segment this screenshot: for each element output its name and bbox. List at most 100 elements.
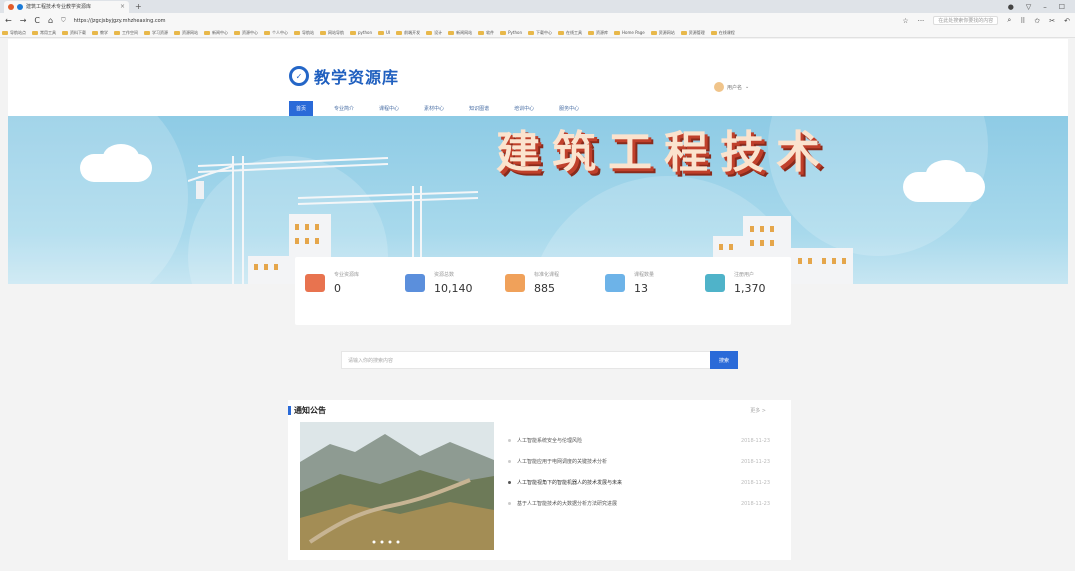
star-icon[interactable]: ☆ (902, 17, 908, 25)
stat-label: 标准化课程 (534, 272, 560, 278)
undo-icon[interactable]: ↶ (1064, 17, 1070, 25)
bookmark-item[interactable]: Python (500, 30, 522, 35)
close-tab-icon[interactable]: × (120, 3, 125, 10)
forward-icon[interactable]: → (20, 16, 27, 25)
window (295, 224, 299, 230)
nav-materials[interactable]: 素材中心 (417, 101, 451, 116)
new-tab-icon[interactable]: + (135, 2, 142, 11)
bookmark-label: 前端开发 (404, 29, 421, 35)
url-field[interactable]: https://jzgcjsbyjgzy.mhzheaxing.com (74, 18, 166, 24)
bookmark-label: 新闻网站 (456, 29, 473, 35)
nav-courses[interactable]: 课程中心 (372, 101, 406, 116)
bookmark-item[interactable]: 新闻中心 (204, 30, 228, 36)
bullet (508, 481, 511, 484)
bookmarks-bar: 导航站点 常用工具 资料下载 教学 工作空间 学习资源 资源网站 新闻中心 资源… (0, 28, 1075, 38)
window (832, 258, 836, 264)
window (305, 238, 309, 244)
stat-item: 专业资源库 0 (295, 268, 390, 298)
notice-title: 通知公告 (294, 406, 326, 415)
window (315, 238, 319, 244)
bookmark-item[interactable]: 在线课程 (710, 30, 735, 36)
bookmark-item[interactable]: 常用工具 (32, 30, 56, 36)
notice-image[interactable] (300, 422, 494, 550)
avatar (714, 82, 724, 92)
video-icon (605, 274, 625, 292)
bookmark-label: 资源网站 (658, 29, 675, 35)
bookmark-item[interactable]: 资源管理 (680, 30, 705, 36)
folder-icon (92, 30, 98, 35)
bookmark-item[interactable]: 资源中心 (234, 30, 258, 36)
search-button[interactable]: 搜索 (710, 351, 738, 369)
profile-icon[interactable]: ● (1008, 3, 1014, 11)
search-icon[interactable]: ⌕ (1007, 16, 1011, 25)
maximize-icon[interactable]: ☐ (1059, 3, 1065, 11)
site-info-icon[interactable]: ⛉ (61, 17, 66, 25)
nav-home[interactable]: 首页 (289, 101, 314, 116)
list-item[interactable]: 人工智能应用于电网调度的关键技术分析 2018-11-23 (508, 451, 778, 472)
window (729, 244, 733, 250)
nav-service[interactable]: 服务中心 (552, 101, 586, 116)
bookmark-label: 导航站 (302, 29, 314, 35)
folder-icon (350, 30, 356, 35)
nav-intro[interactable]: 专业简介 (327, 101, 361, 116)
building (248, 256, 293, 284)
bookmark-item[interactable]: 前端开发 (396, 30, 420, 36)
window (822, 258, 826, 264)
bookmark-item[interactable]: 工作空间 (114, 30, 138, 36)
back-icon[interactable]: ← (5, 16, 12, 25)
users-icon (305, 274, 325, 292)
browser-search-field[interactable]: 在此处搜索你要找的内容 (933, 16, 999, 25)
bookmark-item[interactable]: 设计 (426, 30, 442, 36)
site-header: ✓ 教学资源库 用户名 ⌄ 首页 专业简介 课程中心 素材中心 知识图谱 培训中… (8, 39, 1068, 116)
bookmark-label: 资源库 (595, 29, 608, 35)
search-input[interactable]: 请输入你的搜索内容 (341, 351, 713, 369)
bookmark-item[interactable]: 教学 (92, 30, 108, 36)
nav-knowledge-graph[interactable]: 知识图谱 (462, 101, 496, 116)
notice-section: 通知公告 更多 > 人工智能系统安全与伦理风险 2018-11-23 人工智能应… (288, 400, 791, 560)
home-icon[interactable]: ⌂ (48, 16, 53, 25)
browser-logo-icon (8, 3, 14, 10)
bookmark-label: 在线工具 (565, 29, 582, 35)
bookmark-item[interactable]: 资源网站 (174, 30, 198, 36)
bookmark-item[interactable]: Home Page (613, 30, 645, 35)
bookmark-item[interactable]: 下载中心 (527, 30, 552, 36)
list-item[interactable]: 基于人工智能技术的大数据分析方法研究进展 2018-11-23 (508, 493, 778, 514)
folder-icon (478, 30, 485, 35)
reload-icon[interactable]: C (34, 16, 40, 25)
more-icon[interactable]: ··· (918, 17, 925, 25)
bookmark-item[interactable]: 导航站点 (2, 30, 26, 36)
bookmark-item[interactable]: 资源网站 (650, 29, 675, 36)
bookmark-label: 资源网站 (182, 29, 198, 35)
bookmark-item[interactable]: python (350, 30, 372, 35)
bookmark-item[interactable]: 导航站 (294, 30, 314, 36)
bookmark-item[interactable]: 网站导航 (320, 30, 344, 36)
bookmark-item[interactable]: 个人中心 (264, 30, 288, 36)
bookmark-label: Home Page (621, 30, 645, 35)
minimize-icon[interactable]: – (1043, 3, 1047, 11)
site-logo[interactable]: ✓ 教学资源库 (289, 64, 399, 88)
cut-icon[interactable]: ✂ (1049, 17, 1055, 25)
bookmark-item[interactable]: UI (378, 30, 390, 35)
bullet (508, 439, 511, 442)
window (295, 238, 299, 244)
nav-training[interactable]: 培训中心 (507, 101, 541, 116)
shield-icon[interactable]: ▽ (1026, 3, 1031, 11)
bookmark-item[interactable]: 资源库 (587, 29, 608, 36)
window (750, 226, 754, 232)
more-link[interactable]: 更多 > (750, 407, 766, 414)
favorites-icon[interactable]: ✩ (1034, 17, 1040, 25)
bookmark-item[interactable]: 在线工具 (557, 29, 582, 36)
stat-item: 注册用户 1,370 (695, 268, 790, 298)
bookmark-item[interactable]: 资料下载 (62, 30, 86, 36)
bookmark-label: 网站导航 (328, 29, 344, 35)
browser-tab[interactable]: 建筑工程技术专业教学资源库 × (4, 0, 129, 13)
list-item[interactable]: 人工智能系统安全与伦理风险 2018-11-23 (508, 430, 778, 451)
list-item[interactable]: 人工智能视角下的智能机器人的技术发展与未来 2018-11-23 (508, 472, 778, 493)
apps-icon[interactable]: ⠿ (1020, 17, 1025, 25)
bookmark-item[interactable]: 新闻网站 (448, 30, 472, 36)
user-menu[interactable]: 用户名 ⌄ (714, 82, 749, 92)
window (274, 264, 278, 270)
bookmark-label: 常用工具 (40, 29, 56, 35)
bookmark-item[interactable]: 学习资源 (144, 30, 168, 36)
bookmark-item[interactable]: 软件 (478, 30, 494, 36)
